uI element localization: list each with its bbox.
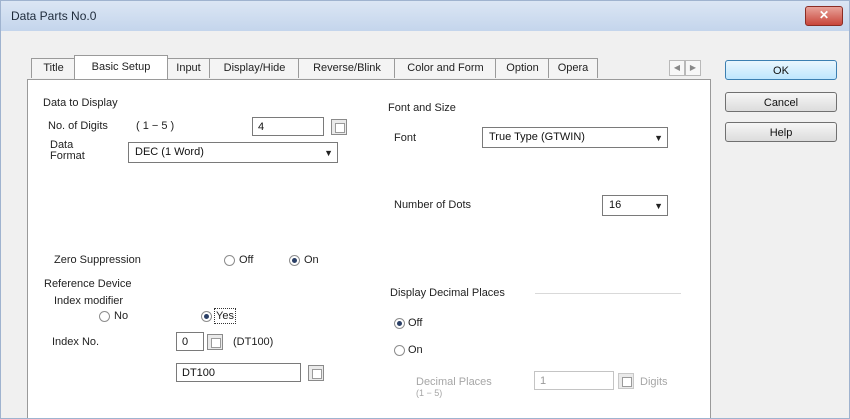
number-of-dots-label: Number of Dots [394,199,472,211]
zero-suppression-on-radio[interactable] [289,255,300,266]
close-button[interactable]: ✕ [805,6,843,26]
device-address-input[interactable]: DT100 [176,363,301,382]
chevron-down-icon: ▼ [654,133,663,143]
index-modifier-no-label: No [114,310,129,322]
decimal-digits-suffix: Digits [640,376,668,388]
decimal-places-label: Decimal Places [416,376,492,388]
index-no-keypad-icon[interactable] [207,334,223,350]
decimal-places-heading: Display Decimal Places [390,287,505,299]
font-select[interactable]: True Type (GTWIN) ▼ [482,127,668,148]
tab-opera[interactable]: Opera [548,58,598,78]
device-keypad-icon[interactable] [308,365,324,381]
tab-input[interactable]: Input [166,58,211,78]
font-label: Font [394,132,417,144]
number-of-dots-value: 16 [609,199,622,211]
digits-keypad-icon[interactable] [331,119,347,135]
group-divider [535,293,681,294]
index-no-label: Index No. [52,336,100,348]
zero-suppression-off-radio[interactable] [224,255,235,266]
tab-basic-setup[interactable]: Basic Setup [74,55,168,79]
ok-button[interactable]: OK [725,60,837,80]
tab-scroll-left-icon[interactable]: ◀ [669,60,685,76]
number-of-dots-select[interactable]: 16 ▼ [602,195,668,216]
tab-scroll-right-icon[interactable]: ▶ [685,60,701,76]
data-to-display-heading: Data to Display [43,97,118,109]
window-title: Data Parts No.0 [11,9,97,23]
digits-input[interactable]: 4 [252,117,324,136]
cancel-button[interactable]: Cancel [725,92,837,112]
zero-suppression-off-label: Off [239,254,254,266]
decimal-off-label: Off [408,317,423,329]
chevron-down-icon: ▼ [654,201,663,211]
data-format-value: DEC (1 Word) [135,146,204,158]
data-format-label: Data Format [50,139,85,162]
tab-option[interactable]: Option [495,58,550,78]
tab-title[interactable]: Title [31,58,76,78]
tab-color-and-form[interactable]: Color and Form [394,58,497,78]
basic-setup-panel: Data to Display No. of Digits ( 1 − 5 ) … [27,79,711,418]
decimal-on-label: On [408,344,423,356]
decimal-places-keypad-icon[interactable] [618,373,634,389]
index-no-device: (DT100) [233,336,274,348]
tab-reverse-blink[interactable]: Reverse/Blink [298,58,396,78]
help-button[interactable]: Help [725,122,837,142]
font-and-size-heading: Font and Size [388,102,456,114]
index-modifier-yes-label: Yes [214,308,236,324]
decimal-on-radio[interactable] [394,345,405,356]
data-format-select[interactable]: DEC (1 Word) ▼ [128,142,338,163]
index-modifier-label: Index modifier [54,295,124,307]
digits-range: ( 1 − 5 ) [136,120,175,132]
index-no-input[interactable]: 0 [176,332,204,351]
font-value: True Type (GTWIN) [489,131,585,143]
title-bar[interactable]: Data Parts No.0 ✕ [1,1,849,31]
decimal-off-radio[interactable] [394,318,405,329]
tab-display-hide[interactable]: Display/Hide [209,58,300,78]
digits-label: No. of Digits [48,120,108,132]
dialog-window: Data Parts No.0 ✕ Title Basic Setup Inpu… [0,0,850,419]
decimal-places-range: (1 − 5) [416,388,443,398]
index-modifier-yes-radio[interactable] [201,311,212,322]
chevron-down-icon: ▼ [324,148,333,158]
zero-suppression-label: Zero Suppression [54,254,141,266]
index-modifier-no-radio[interactable] [99,311,110,322]
decimal-places-input[interactable]: 1 [534,371,614,390]
zero-suppression-on-label: On [304,254,319,266]
reference-device-heading: Reference Device [44,278,132,290]
